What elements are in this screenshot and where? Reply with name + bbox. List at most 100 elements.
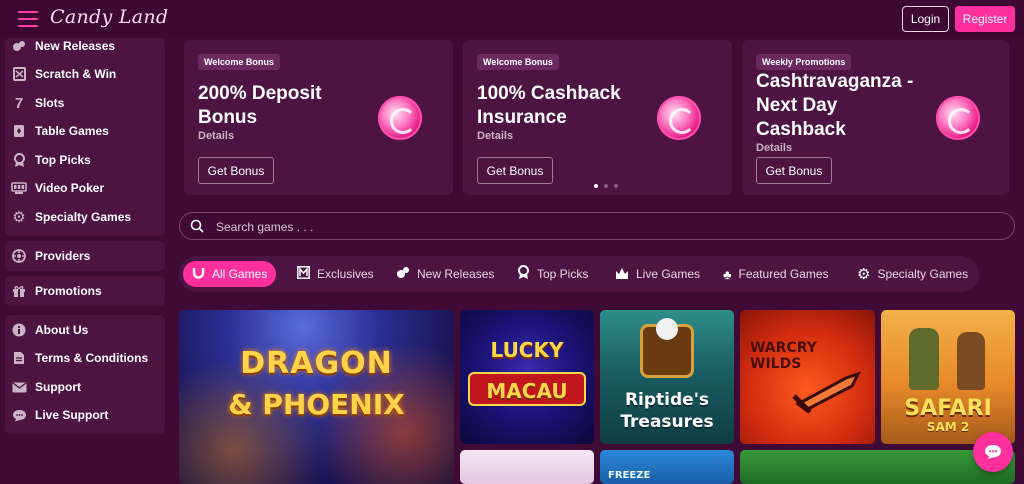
candies-icon: [396, 266, 410, 282]
exclusive-icon: [297, 266, 310, 282]
document-icon: [11, 350, 27, 366]
tab-label: Exclusives: [317, 267, 374, 281]
video-poker-icon: [11, 180, 27, 196]
scratch-card-icon: [11, 66, 27, 82]
sidebar-item-scratch-win[interactable]: Scratch & Win: [5, 63, 165, 85]
sidebar-item-label: Top Picks: [35, 153, 91, 167]
sidebar-item-label: Terms & Conditions: [35, 351, 149, 365]
sword-icon: [792, 371, 861, 414]
skull-icon: [656, 318, 678, 340]
tab-top-picks[interactable]: Top Picks: [508, 261, 597, 287]
candy-icon: [378, 96, 422, 140]
tab-specialty-games[interactable]: ⚙ Specialty Games: [848, 261, 977, 287]
promo-title: Cashtravaganza - Next Day Cashback: [756, 71, 914, 140]
promo-badge: Welcome Bonus: [198, 54, 280, 70]
promo-details-link[interactable]: Details: [756, 142, 792, 154]
sidebar-item-label: Table Games: [35, 124, 109, 138]
game-title: Riptide's: [624, 390, 710, 410]
get-bonus-button[interactable]: Get Bonus: [756, 157, 832, 184]
candies-icon: [11, 38, 27, 54]
promo-card: Welcome Bonus 200% Deposit Bonus Details…: [184, 40, 453, 195]
sidebar-item-video-poker[interactable]: Video Poker: [5, 177, 165, 199]
tab-label: All Games: [212, 267, 268, 281]
promo-card: Welcome Bonus 100% Cashback Insurance De…: [463, 40, 732, 195]
game-tile-riptides-treasures[interactable]: Riptide's Treasures: [600, 310, 734, 444]
tab-label: New Releases: [417, 267, 495, 281]
hamburger-menu-icon[interactable]: [18, 11, 38, 27]
carousel-dot[interactable]: [604, 184, 608, 188]
sidebar-item-label: New Releases: [35, 39, 116, 53]
chat-icon: [985, 445, 1001, 459]
carousel-dot[interactable]: [594, 184, 598, 188]
game-tile-warcry-wilds[interactable]: WARCRY WILDS: [740, 310, 875, 444]
sidebar-item-label: Providers: [35, 249, 91, 263]
sidebar-item-label: Support: [35, 380, 81, 394]
sidebar-item-top-picks[interactable]: Top Picks: [5, 149, 165, 171]
sidebar-item-label: Scratch & Win: [35, 67, 117, 81]
sidebar-item-promotions[interactable]: Promotions: [5, 280, 165, 302]
sidebar-info-group: About Us Terms & Conditions Support Live…: [5, 315, 165, 434]
providers-icon: [11, 248, 27, 264]
promo-badge: Welcome Bonus: [477, 54, 559, 70]
search-bar: [179, 212, 1015, 240]
game-tile-freeze[interactable]: FREEZE: [600, 450, 734, 484]
horseshoe-icon: [192, 266, 205, 283]
award-icon: [517, 265, 530, 283]
live-chat-button[interactable]: [973, 432, 1013, 472]
explorer-figure: [957, 332, 985, 390]
clover-icon: ♣: [723, 266, 732, 282]
sidebar-item-label: Live Support: [35, 408, 109, 422]
game-title: WARCRY: [750, 340, 817, 356]
register-button[interactable]: Register: [955, 6, 1015, 32]
search-icon: [190, 219, 204, 233]
game-title: SAFARI: [904, 396, 992, 421]
promo-details-link[interactable]: Details: [477, 130, 513, 142]
sidebar-item-live-support[interactable]: Live Support: [5, 404, 165, 426]
game-title: LUCKY: [490, 338, 564, 362]
sidebar-item-specialty-games[interactable]: ⚙ Specialty Games: [5, 206, 165, 228]
game-title: Treasures: [620, 412, 714, 432]
tab-all-games[interactable]: All Games: [183, 261, 277, 287]
gear-icon: ⚙: [857, 266, 871, 283]
tab-new-releases[interactable]: New Releases: [387, 261, 503, 287]
tab-featured-games[interactable]: ♣ Featured Games: [714, 261, 838, 287]
candy-land-logo[interactable]: Candy Land: [50, 6, 168, 28]
game-tile[interactable]: [460, 450, 594, 484]
explorer-figure: [909, 328, 939, 390]
chat-icon: [11, 407, 27, 423]
sidebar-item-table-games[interactable]: Table Games: [5, 120, 165, 142]
promo-details-link[interactable]: Details: [198, 130, 234, 142]
login-button[interactable]: Login: [902, 6, 949, 32]
carousel-dot[interactable]: [614, 184, 618, 188]
tab-label: Live Games: [636, 267, 701, 281]
sidebar-item-label: Specialty Games: [35, 210, 132, 224]
candy-icon: [936, 96, 980, 140]
sidebar-item-slots[interactable]: 7 Slots: [5, 92, 165, 114]
sidebar-item-label: Promotions: [35, 284, 102, 298]
game-tile-dragon-phoenix[interactable]: DRAGON & PHOENIX: [179, 310, 454, 484]
search-input[interactable]: [216, 218, 996, 236]
seven-icon: 7: [14, 94, 24, 112]
game-tile-lucky-macau[interactable]: LUCKY MACAU: [460, 310, 594, 444]
sidebar-item-label: Video Poker: [35, 181, 105, 195]
sidebar-item-terms[interactable]: Terms & Conditions: [5, 347, 165, 369]
sidebar: New Releases Scratch & Win 7 Slots Table…: [0, 38, 170, 484]
tab-exclusives[interactable]: Exclusives: [288, 261, 383, 287]
game-title: & PHOENIX: [228, 388, 405, 421]
sidebar-item-about-us[interactable]: About Us: [5, 319, 165, 341]
get-bonus-button[interactable]: Get Bonus: [198, 157, 274, 184]
sidebar-item-new-releases[interactable]: New Releases: [5, 35, 165, 57]
sidebar-item-providers[interactable]: Providers: [5, 245, 165, 267]
tab-label: Top Picks: [537, 267, 589, 281]
sidebar-item-support[interactable]: Support: [5, 376, 165, 398]
logo-text: Candy Land: [50, 6, 169, 28]
get-bonus-button[interactable]: Get Bonus: [477, 157, 553, 184]
promo-title: 200% Deposit Bonus: [198, 83, 322, 128]
promo-badge: Weekly Promotions: [756, 54, 852, 70]
candy-icon: [657, 96, 701, 140]
tab-live-games[interactable]: Live Games: [606, 261, 709, 287]
game-title: MACAU: [468, 372, 586, 406]
sidebar-item-label: Slots: [35, 96, 65, 110]
sidebar-providers-group: Providers: [5, 241, 165, 271]
game-tile-safari-sam[interactable]: SAFARI SAM 2: [881, 310, 1015, 444]
